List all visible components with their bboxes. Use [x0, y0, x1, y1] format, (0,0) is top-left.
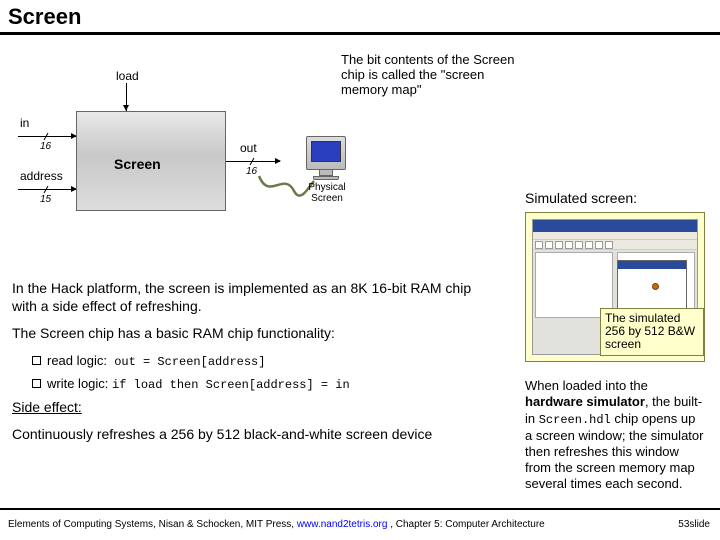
chip-diagram: load in 16 address 15 Screen out 16 Phys…	[6, 41, 336, 261]
wire-out	[226, 161, 280, 162]
label-load: load	[116, 69, 139, 83]
footer-link[interactable]: www.nand2tetris.org	[297, 519, 388, 530]
bus-out: 16	[246, 166, 257, 177]
bullet-icon	[32, 356, 41, 365]
label-simulated-screen: Simulated screen:	[525, 190, 637, 206]
wire-in	[18, 136, 76, 137]
footer-rule	[0, 508, 720, 510]
callout-note: The simulated 256 by 512 B&W screen	[600, 308, 704, 356]
side-paragraph: When loaded into the hardware simulator,…	[525, 378, 705, 493]
label-physical-screen: Physical Screen	[304, 183, 350, 204]
bullet-write-logic: write logic: if load then Screen[address…	[32, 376, 492, 393]
bullet-read-logic: read logic: out = Screen[address]	[32, 353, 492, 370]
title-rule	[0, 32, 720, 35]
wire-address	[18, 189, 76, 190]
monitor-icon	[306, 136, 346, 180]
footer-text: Elements of Computing Systems, Nisan & S…	[8, 519, 545, 530]
para-ram-functionality: The Screen chip has a basic RAM chip fun…	[12, 325, 492, 343]
slide-number: 53slide	[678, 519, 710, 530]
caption-memory-map: The bit contents of the Screen chip is c…	[341, 53, 521, 261]
label-address: address	[20, 169, 63, 183]
page-title: Screen	[0, 0, 720, 30]
bus-in: 16	[40, 141, 51, 152]
para-hack-platform: In the Hack platform, the screen is impl…	[12, 280, 492, 315]
bus-addr: 15	[40, 194, 51, 205]
para-side-effect: Continuously refreshes a 256 by 512 blac…	[12, 426, 492, 444]
callout-dot-icon	[652, 283, 659, 290]
side-effect-heading: Side effect:	[12, 399, 492, 417]
label-in: in	[20, 116, 29, 130]
main-text: In the Hack platform, the screen is impl…	[12, 280, 492, 454]
chip-label: Screen	[114, 156, 161, 172]
bullet-icon	[32, 379, 41, 388]
label-out: out	[240, 141, 257, 155]
